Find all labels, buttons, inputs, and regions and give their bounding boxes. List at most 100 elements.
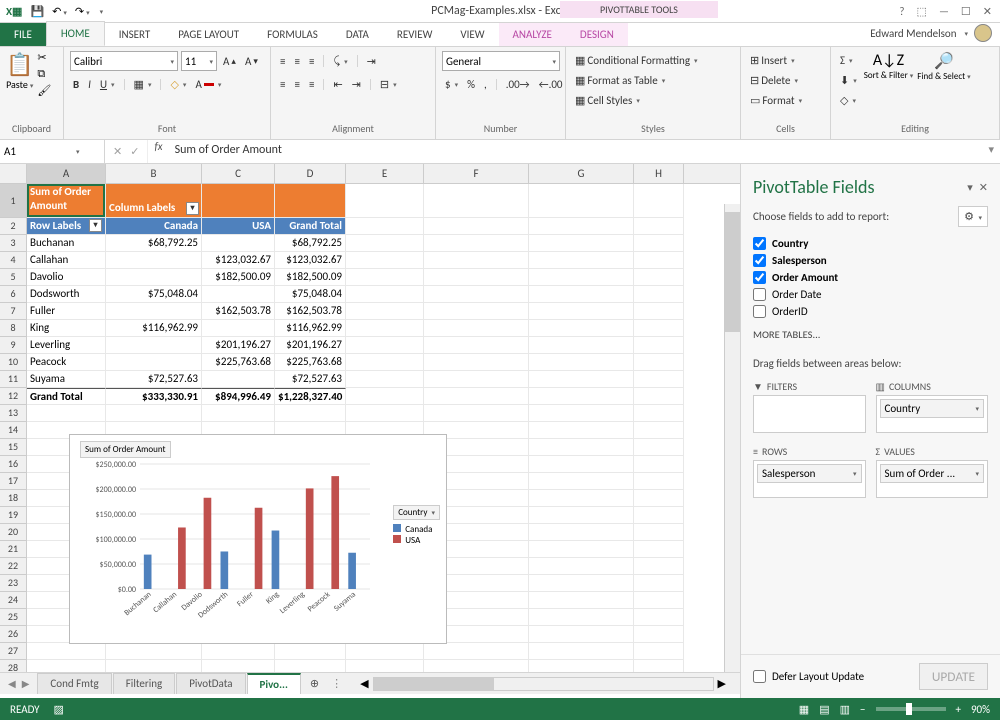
column-header[interactable]: H: [634, 164, 684, 183]
view-page-layout-icon[interactable]: ▤: [819, 703, 829, 716]
underline-button[interactable]: U▾: [97, 75, 118, 94]
redo-icon[interactable]: ↷▾: [75, 5, 90, 18]
pivot-chart[interactable]: Sum of Order Amount $0.00$50,000.00$100,…: [69, 434, 447, 644]
grow-font-icon[interactable]: A▴: [220, 51, 239, 71]
worksheet-grid[interactable]: ABCDEFGH 1 Sum of Order Amount Column La…: [0, 164, 740, 698]
sheet-tab[interactable]: PivotData: [176, 673, 245, 694]
column-header[interactable]: E: [346, 164, 424, 183]
tab-view[interactable]: VIEW: [446, 23, 498, 46]
column-header[interactable]: D: [275, 164, 346, 183]
defer-update-checkbox[interactable]: [753, 670, 766, 683]
orientation-icon[interactable]: ⤹▾: [330, 51, 350, 71]
delete-cells-button[interactable]: ⊟ Delete▾: [747, 71, 801, 90]
tab-review[interactable]: REVIEW: [383, 23, 447, 46]
values-item[interactable]: Sum of Order ...▾: [880, 464, 985, 483]
zoom-out-icon[interactable]: −: [860, 703, 865, 716]
columns-drop-area[interactable]: Country▾: [876, 395, 989, 433]
avatar[interactable]: [974, 24, 992, 42]
name-box-dropdown-icon[interactable]: ▾: [76, 147, 80, 156]
formula-bar-expand-icon[interactable]: ▾: [982, 140, 1000, 163]
minimize-icon[interactable]: —: [939, 5, 949, 18]
maximize-icon[interactable]: ☐: [961, 5, 971, 18]
copy-icon[interactable]: ⧉: [37, 67, 51, 81]
column-header[interactable]: F: [424, 164, 529, 183]
align-right-icon[interactable]: ≡: [306, 75, 317, 94]
column-header[interactable]: B: [106, 164, 202, 183]
insert-cells-button[interactable]: ⊞ Insert▾: [747, 51, 798, 70]
align-center-icon[interactable]: ≡: [291, 75, 302, 94]
sheet-tab[interactable]: Filtering: [113, 673, 175, 694]
decrease-decimal-icon[interactable]: ←.00: [536, 75, 566, 94]
close-icon[interactable]: ✕: [983, 5, 992, 18]
help-icon[interactable]: ?: [899, 5, 904, 18]
italic-button[interactable]: I: [85, 75, 94, 94]
column-header[interactable]: A: [27, 164, 106, 183]
clear-button[interactable]: ◇▾: [837, 91, 860, 110]
format-as-table-button[interactable]: ▦ Format as Table▾: [572, 71, 668, 90]
conditional-formatting-button[interactable]: ▦ Conditional Formatting▾: [572, 51, 701, 70]
qat-customize-icon[interactable]: ▾: [100, 7, 104, 16]
paste-button[interactable]: Paste▾: [6, 78, 33, 91]
tab-page-layout[interactable]: PAGE LAYOUT: [164, 23, 253, 46]
pane-dropdown-icon[interactable]: ▾: [967, 181, 973, 194]
sheet-nav-prev-icon[interactable]: ◀: [8, 677, 16, 690]
cancel-formula-icon[interactable]: ✕: [113, 145, 122, 158]
zoom-in-icon[interactable]: +: [956, 703, 961, 716]
font-size-select[interactable]: 11▾: [181, 51, 217, 71]
account-dropdown-icon[interactable]: ▾: [964, 29, 968, 38]
save-icon[interactable]: 💾: [30, 5, 44, 18]
decrease-indent-icon[interactable]: ⇤: [330, 75, 345, 94]
fill-color-button[interactable]: ◇▾: [167, 75, 189, 94]
filters-drop-area[interactable]: [753, 395, 866, 433]
column-labels-dropdown[interactable]: ▾: [186, 202, 199, 215]
update-button[interactable]: UPDATE: [919, 663, 988, 690]
format-painter-icon[interactable]: 🖌: [37, 84, 51, 97]
field-checkbox-orderid[interactable]: OrderID: [753, 303, 988, 320]
new-sheet-icon[interactable]: ⊕: [302, 677, 327, 690]
sheet-tab[interactable]: Cond Fmtg: [37, 673, 111, 694]
field-checkbox-salesperson[interactable]: Salesperson: [753, 252, 988, 269]
chart-field-button[interactable]: Country ▾: [393, 505, 440, 520]
align-middle-icon[interactable]: ≡: [291, 51, 302, 71]
increase-indent-icon[interactable]: ⇥: [349, 75, 364, 94]
sort-filter-button[interactable]: Sort & Filter▾: [864, 70, 914, 81]
macro-record-icon[interactable]: ▨: [54, 703, 64, 716]
field-checkbox-country[interactable]: Country: [753, 235, 988, 252]
rows-drop-area[interactable]: Salesperson▾: [753, 460, 866, 498]
find-select-icon[interactable]: 🔎: [917, 51, 970, 71]
view-page-break-icon[interactable]: ▥: [840, 703, 850, 716]
cell-reference-input[interactable]: [4, 145, 74, 158]
font-name-select[interactable]: Calibri▾: [70, 51, 178, 71]
sheet-nav-next-icon[interactable]: ▶: [22, 677, 30, 690]
pane-close-icon[interactable]: ✕: [979, 181, 988, 194]
find-select-button[interactable]: Find & Select▾: [917, 71, 970, 82]
accounting-format-icon[interactable]: $▾: [442, 75, 461, 94]
fx-icon[interactable]: fx: [148, 140, 168, 163]
tab-data[interactable]: DATA: [332, 23, 383, 46]
tab-analyze[interactable]: ANALYZE: [499, 23, 566, 46]
format-cells-button[interactable]: ▭ Format▾: [747, 91, 805, 110]
column-header[interactable]: G: [529, 164, 634, 183]
tab-file[interactable]: FILE: [0, 23, 46, 46]
borders-button[interactable]: ▦▾: [131, 75, 155, 94]
tab-insert[interactable]: INSERT: [105, 23, 165, 46]
sort-filter-icon[interactable]: A↓Z: [864, 51, 914, 70]
more-tables-link[interactable]: MORE TABLES...: [741, 320, 1000, 349]
cut-icon[interactable]: ✂: [37, 51, 51, 64]
increase-decimal-icon[interactable]: .00→: [503, 75, 533, 94]
font-color-button[interactable]: A▾: [192, 75, 224, 94]
align-top-icon[interactable]: ≡: [277, 51, 288, 71]
autosum-button[interactable]: Σ▾: [837, 51, 860, 70]
rows-item[interactable]: Salesperson▾: [757, 464, 862, 483]
merge-center-icon[interactable]: ⊟▾: [377, 75, 400, 94]
undo-icon[interactable]: ↶▾: [52, 5, 67, 18]
values-drop-area[interactable]: Sum of Order ...▾: [876, 460, 989, 498]
view-normal-icon[interactable]: ▦: [799, 703, 809, 716]
cell-styles-button[interactable]: ▦ Cell Styles▾: [572, 91, 643, 110]
vertical-scrollbar[interactable]: [724, 204, 740, 672]
wrap-text-icon[interactable]: ⇥: [364, 51, 379, 71]
number-format-select[interactable]: General▾: [442, 51, 560, 71]
percent-format-icon[interactable]: %: [464, 75, 478, 94]
horizontal-scrollbar[interactable]: ◀▶: [346, 677, 740, 691]
field-checkbox-order date[interactable]: Order Date: [753, 286, 988, 303]
